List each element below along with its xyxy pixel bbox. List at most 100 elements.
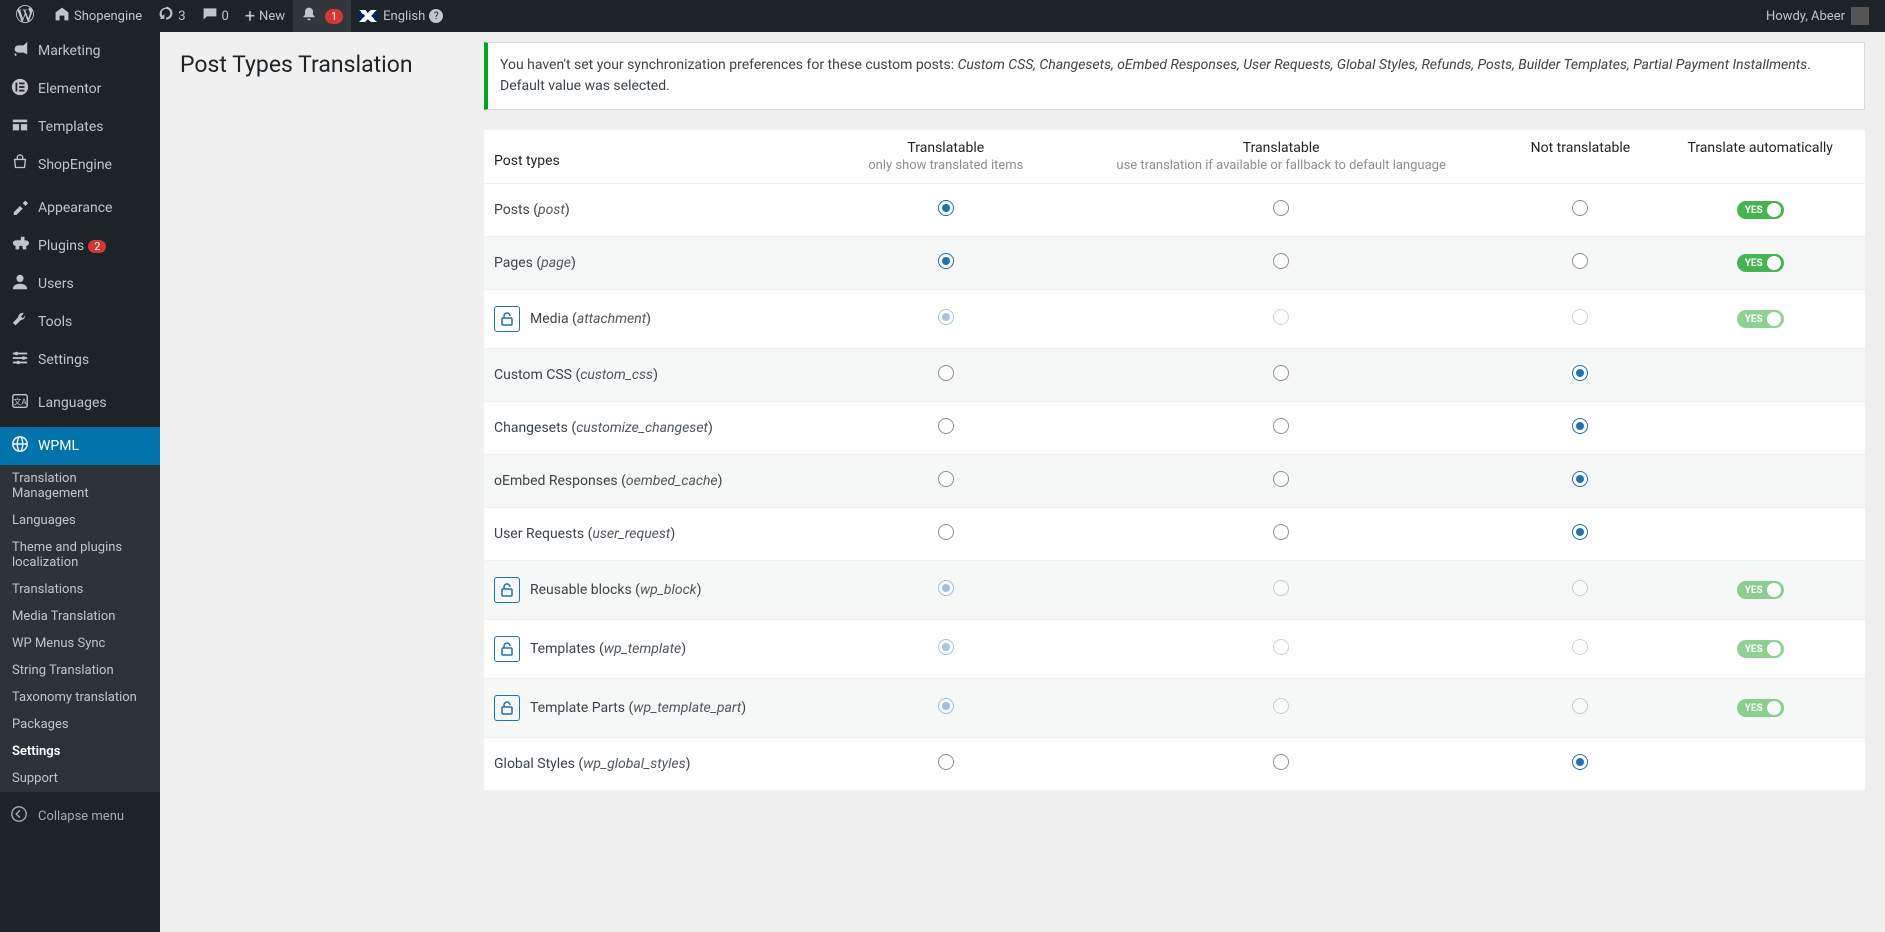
radio-option-1[interactable] — [1273, 524, 1289, 540]
col-translate-auto: Translate automatically — [1655, 130, 1865, 184]
radio-option-0[interactable] — [938, 754, 954, 770]
submenu-item-theme-and-plugins-localization[interactable]: Theme and plugins localization — [0, 534, 160, 576]
radio-option-1[interactable] — [1273, 471, 1289, 487]
updates-count: 3 — [178, 9, 185, 24]
lock-icon[interactable] — [494, 577, 520, 603]
radio-option-0[interactable] — [938, 200, 954, 216]
radio-option-1 — [1273, 639, 1289, 655]
radio-option-1[interactable] — [1273, 754, 1289, 770]
submenu-item-support[interactable]: Support — [0, 765, 160, 792]
submenu-item-languages[interactable]: Languages — [0, 507, 160, 534]
help-icon: ? — [429, 9, 443, 23]
toggle-knob — [1767, 642, 1781, 656]
sidebar-item-languages[interactable]: 文A Languages — [0, 384, 160, 422]
radio-option-0[interactable] — [938, 253, 954, 269]
table-row: oEmbed Responses (oembed_cache) — [484, 455, 1865, 508]
sidebar-item-templates[interactable]: Templates — [0, 108, 160, 146]
notification-link[interactable]: 1 — [293, 0, 351, 32]
submenu-item-media-translation[interactable]: Media Translation — [0, 603, 160, 630]
auto-translate-toggle: YES — [1737, 699, 1784, 717]
auto-translate-toggle: YES — [1737, 581, 1784, 599]
radio-option-2[interactable] — [1572, 471, 1588, 487]
table-row: Posts (post) YES — [484, 184, 1865, 237]
submenu-item-string-translation[interactable]: String Translation — [0, 657, 160, 684]
sidebar-item-shopengine[interactable]: ShopEngine — [0, 146, 160, 184]
toggle-label: YES — [1745, 205, 1763, 216]
sidebar-item-label: Plugins — [38, 238, 84, 254]
submenu-item-wp-menus-sync[interactable]: WP Menus Sync — [0, 630, 160, 657]
lock-icon[interactable] — [494, 695, 520, 721]
sidebar-item-appearance[interactable]: Appearance — [0, 189, 160, 227]
radio-option-1 — [1273, 698, 1289, 714]
post-type-label: Template Parts (wp_template_part) — [530, 700, 746, 716]
radio-option-2[interactable] — [1572, 418, 1588, 434]
sidebar-item-users[interactable]: Users — [0, 265, 160, 303]
radio-option-0 — [938, 309, 954, 325]
updates-link[interactable]: 3 — [150, 0, 193, 32]
comment-icon — [202, 6, 218, 27]
radio-option-2[interactable] — [1572, 524, 1588, 540]
post-type-label: Posts (post) — [494, 202, 570, 218]
lock-icon[interactable] — [494, 636, 520, 662]
avatar — [1851, 7, 1869, 25]
sidebar-item-label: Languages — [38, 395, 107, 411]
radio-option-2[interactable] — [1572, 200, 1588, 216]
update-icon — [158, 6, 174, 27]
admin-bar: Shopengine 3 0 + New 1 English ? Howdy, … — [0, 0, 1885, 32]
page-title: Post Types Translation — [180, 42, 460, 82]
wp-logo[interactable] — [8, 0, 46, 32]
submenu-item-packages[interactable]: Packages — [0, 711, 160, 738]
sync-notice: You haven't set your synchronization pre… — [484, 42, 1865, 110]
wpml-icon — [10, 435, 30, 457]
sidebar-item-label: Tools — [38, 314, 72, 330]
sidebar-item-marketing[interactable]: Marketing — [0, 32, 160, 70]
appearance-icon — [10, 197, 30, 219]
radio-option-0 — [938, 698, 954, 714]
radio-option-1[interactable] — [1273, 253, 1289, 269]
sidebar-item-wpml[interactable]: WPML — [0, 427, 160, 465]
templates-icon — [10, 116, 30, 138]
radio-option-0[interactable] — [938, 471, 954, 487]
radio-option-1[interactable] — [1273, 365, 1289, 381]
notice-list: Custom CSS, Changesets, oEmbed Responses… — [958, 57, 1808, 73]
site-name-link[interactable]: Shopengine — [46, 0, 150, 32]
sidebar-item-plugins[interactable]: Plugins2 — [0, 227, 160, 265]
auto-translate-toggle: YES — [1737, 640, 1784, 658]
sidebar-item-tools[interactable]: Tools — [0, 303, 160, 341]
radio-option-0[interactable] — [938, 365, 954, 381]
comments-link[interactable]: 0 — [194, 0, 237, 32]
languages-icon: 文A — [10, 392, 30, 414]
radio-option-2[interactable] — [1572, 365, 1588, 381]
sidebar-item-label: WPML — [38, 438, 79, 454]
lock-icon[interactable] — [494, 306, 520, 332]
col-post-types: Post types — [484, 130, 835, 184]
post-type-label: Pages (page) — [494, 255, 576, 271]
notification-count: 1 — [325, 9, 343, 24]
radio-option-2[interactable] — [1572, 253, 1588, 269]
radio-option-1[interactable] — [1273, 200, 1289, 216]
sidebar-item-elementor[interactable]: Elementor — [0, 70, 160, 108]
plus-icon: + — [245, 6, 255, 27]
auto-translate-toggle[interactable]: YES — [1737, 254, 1784, 272]
language-switcher[interactable]: English ? — [351, 0, 451, 32]
submenu-item-translations[interactable]: Translations — [0, 576, 160, 603]
collapse-menu[interactable]: Collapse menu — [0, 797, 160, 836]
auto-translate-toggle[interactable]: YES — [1737, 201, 1784, 219]
radio-option-0[interactable] — [938, 418, 954, 434]
toggle-label: YES — [1745, 258, 1763, 269]
account-link[interactable]: Howdy, Abeer — [1758, 0, 1877, 32]
flag-icon — [359, 10, 377, 22]
submenu-item-settings[interactable]: Settings — [0, 738, 160, 765]
sidebar-item-label: Users — [38, 276, 74, 292]
submenu-item-taxonomy-translation[interactable]: Taxonomy translation — [0, 684, 160, 711]
sidebar-item-settings[interactable]: Settings — [0, 341, 160, 379]
table-row: Reusable blocks (wp_block)YES — [484, 561, 1865, 620]
radio-option-2[interactable] — [1572, 754, 1588, 770]
radio-option-1[interactable] — [1273, 418, 1289, 434]
post-type-label: Templates (wp_template) — [530, 641, 686, 657]
new-content-link[interactable]: + New — [237, 0, 293, 32]
language-label: English — [383, 9, 425, 24]
table-row: User Requests (user_request) — [484, 508, 1865, 561]
submenu-item-translation-management[interactable]: Translation Management — [0, 465, 160, 507]
radio-option-0[interactable] — [938, 524, 954, 540]
